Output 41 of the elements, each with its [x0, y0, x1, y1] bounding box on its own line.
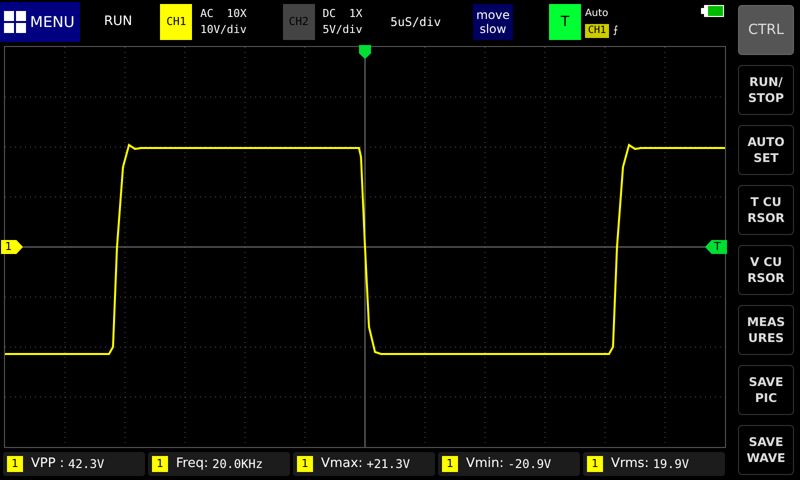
measurement-value: 19.9V [652, 456, 689, 473]
trigger-source: CH1 [584, 24, 610, 38]
measurement-value: 20.0KHz [212, 456, 263, 473]
channel-marker[interactable]: 1 [1, 240, 23, 254]
channel-coupling: AC 10X [200, 6, 247, 22]
channel-tag: 1 [7, 456, 23, 472]
sidebar-button[interactable]: RUN/ STOP [738, 65, 794, 115]
battery-icon [701, 5, 724, 17]
grid-icon [4, 11, 26, 33]
trigger-position-marker[interactable] [359, 45, 371, 59]
measurement-label: Freq: [176, 455, 208, 474]
channel-coupling: DC 1X [322, 6, 362, 22]
timebase: 5uS/div [390, 14, 441, 31]
sidebar-button[interactable]: MEAS URES [738, 305, 794, 355]
trigger-level-marker[interactable]: T [705, 240, 727, 254]
trigger-mode: Auto [584, 7, 610, 21]
measurement-value: +21.3V [366, 456, 410, 473]
measurement-label: Vmax: [321, 455, 363, 474]
channel-tag: 1 [152, 456, 168, 472]
channel-scale: 10V/div [200, 22, 247, 38]
sidebar-button[interactable]: SAVE WAVE [738, 425, 794, 475]
sidebar-button[interactable]: CTRL [738, 5, 794, 55]
move-mode-button[interactable]: move slow [472, 4, 513, 40]
measurement-label: VPP : [31, 455, 64, 474]
trigger-edge: ⨍ [613, 24, 618, 38]
sidebar-button[interactable]: SAVE PIC [738, 365, 794, 415]
menu-button[interactable]: MENU [0, 2, 80, 42]
sidebar-button[interactable]: AUTO SET [738, 125, 794, 175]
channel-tag: 1 [587, 456, 603, 472]
measurement-label: Vrms: [611, 455, 649, 474]
sidebar-button[interactable]: V CU RSOR [738, 245, 794, 295]
channel-tag: 1 [442, 456, 458, 472]
channel-badge[interactable]: CH1 [160, 4, 192, 40]
measurement-value: -20.9V [508, 456, 552, 473]
channel-scale: 5V/div [322, 22, 362, 38]
channel-tag: 1 [297, 456, 313, 472]
run-status: RUN [104, 13, 132, 32]
sidebar-button[interactable]: T CU RSOR [738, 185, 794, 235]
trigger-badge[interactable]: T [548, 4, 581, 40]
measurement-value: 42.3V [68, 456, 104, 473]
measurement-label: Vmin: [466, 455, 504, 474]
